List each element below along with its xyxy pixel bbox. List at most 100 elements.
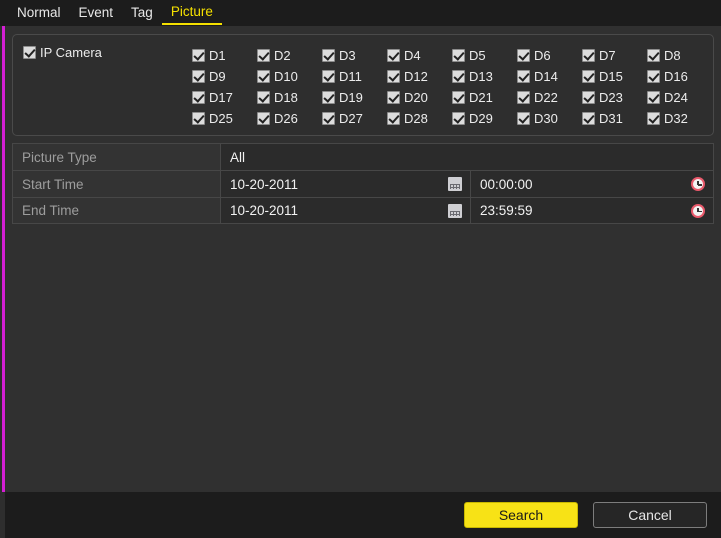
channel-checkbox-d14[interactable]: D14 xyxy=(517,66,582,87)
channel-checkbox-grid: D1 D2 D3 D4 D5 D6 D7 D8 D9 D10 D11 D12 D13 D14 D15 D16 D… xyxy=(192,45,707,129)
channel-checkbox-d12[interactable]: D12 xyxy=(387,66,452,87)
checkbox-icon[interactable] xyxy=(517,70,530,83)
checkbox-icon[interactable] xyxy=(582,70,595,83)
channel-checkbox-d16[interactable]: D16 xyxy=(647,66,712,87)
checkbox-icon[interactable] xyxy=(322,49,335,62)
channel-label: D21 xyxy=(469,90,493,105)
start-clock-field[interactable]: 00:00:00 xyxy=(471,171,713,197)
start-date-field[interactable]: 10-20-2011 xyxy=(221,171,471,197)
channel-label: D19 xyxy=(339,90,363,105)
channel-checkbox-d24[interactable]: D24 xyxy=(647,87,712,108)
picture-type-label: Picture Type xyxy=(13,144,221,170)
channel-checkbox-d10[interactable]: D10 xyxy=(257,66,322,87)
channel-checkbox-d29[interactable]: D29 xyxy=(452,108,517,129)
channel-checkbox-d2[interactable]: D2 xyxy=(257,45,322,66)
checkbox-icon[interactable] xyxy=(387,70,400,83)
checkbox-icon[interactable] xyxy=(582,112,595,125)
checkbox-icon[interactable] xyxy=(582,91,595,104)
picture-type-select[interactable]: All xyxy=(221,144,713,170)
checkbox-icon[interactable] xyxy=(517,91,530,104)
checkbox-icon[interactable] xyxy=(582,49,595,62)
checkbox-icon[interactable] xyxy=(452,91,465,104)
start-date-value: 10-20-2011 xyxy=(230,176,299,192)
tab-tag[interactable]: Tag xyxy=(122,3,162,23)
channel-label: D20 xyxy=(404,90,428,105)
channel-checkbox-d31[interactable]: D31 xyxy=(582,108,647,129)
ip-camera-toggle[interactable]: IP Camera xyxy=(23,45,102,60)
checkbox-icon[interactable] xyxy=(192,91,205,104)
calendar-icon[interactable] xyxy=(448,177,462,191)
channel-checkbox-d20[interactable]: D20 xyxy=(387,87,452,108)
channel-checkbox-d13[interactable]: D13 xyxy=(452,66,517,87)
channel-checkbox-d15[interactable]: D15 xyxy=(582,66,647,87)
checkbox-icon[interactable] xyxy=(452,112,465,125)
clock-icon[interactable] xyxy=(691,177,705,191)
channel-checkbox-d1[interactable]: D1 xyxy=(192,45,257,66)
channel-label: D30 xyxy=(534,111,558,126)
tab-picture[interactable]: Picture xyxy=(161,2,222,25)
checkbox-icon[interactable] xyxy=(387,91,400,104)
channel-checkbox-d18[interactable]: D18 xyxy=(257,87,322,108)
checkbox-icon[interactable] xyxy=(647,70,660,83)
channel-label: D4 xyxy=(404,48,421,63)
checkbox-icon[interactable] xyxy=(387,49,400,62)
checkbox-icon[interactable] xyxy=(257,49,270,62)
channel-checkbox-d17[interactable]: D17 xyxy=(192,87,257,108)
channel-label: D23 xyxy=(599,90,623,105)
checkbox-icon[interactable] xyxy=(192,49,205,62)
checkbox-icon[interactable] xyxy=(452,49,465,62)
checkbox-icon[interactable] xyxy=(647,112,660,125)
channel-checkbox-d11[interactable]: D11 xyxy=(322,66,387,87)
checkbox-icon[interactable] xyxy=(192,70,205,83)
channel-checkbox-d9[interactable]: D9 xyxy=(192,66,257,87)
ip-camera-checkbox-icon[interactable] xyxy=(23,46,36,59)
tab-event[interactable]: Event xyxy=(70,3,123,23)
channel-checkbox-d25[interactable]: D25 xyxy=(192,108,257,129)
channel-label: D8 xyxy=(664,48,681,63)
calendar-icon-grid xyxy=(450,184,460,189)
clock-icon[interactable] xyxy=(691,203,705,218)
channel-checkbox-d7[interactable]: D7 xyxy=(582,45,647,66)
channel-checkbox-d5[interactable]: D5 xyxy=(452,45,517,66)
checkbox-icon[interactable] xyxy=(517,49,530,62)
checkbox-icon[interactable] xyxy=(322,112,335,125)
camera-selection-box: IP Camera D1 D2 D3 D4 D5 D6 D7 D8 D9 D10 D11 D12 D13… xyxy=(12,34,714,136)
channel-checkbox-d21[interactable]: D21 xyxy=(452,87,517,108)
tab-normal[interactable]: Normal xyxy=(8,3,70,23)
channel-label: D22 xyxy=(534,90,558,105)
channel-checkbox-d8[interactable]: D8 xyxy=(647,45,712,66)
calendar-icon[interactable] xyxy=(448,203,462,218)
checkbox-icon[interactable] xyxy=(647,49,660,62)
end-clock-field[interactable]: 23:59:59 xyxy=(471,198,713,223)
checkbox-icon[interactable] xyxy=(647,91,660,104)
checkbox-icon[interactable] xyxy=(322,70,335,83)
channel-label: D17 xyxy=(209,90,233,105)
end-date-field[interactable]: 10-20-2011 xyxy=(221,198,471,223)
start-time-value: 00:00:00 xyxy=(480,176,533,192)
channel-checkbox-d22[interactable]: D22 xyxy=(517,87,582,108)
channel-label: D9 xyxy=(209,69,226,84)
search-button[interactable]: Search xyxy=(464,502,578,528)
checkbox-icon[interactable] xyxy=(517,112,530,125)
channel-checkbox-d27[interactable]: D27 xyxy=(322,108,387,129)
checkbox-icon[interactable] xyxy=(257,112,270,125)
channel-checkbox-d28[interactable]: D28 xyxy=(387,108,452,129)
channel-checkbox-d26[interactable]: D26 xyxy=(257,108,322,129)
channel-checkbox-d30[interactable]: D30 xyxy=(517,108,582,129)
channel-checkbox-d3[interactable]: D3 xyxy=(322,45,387,66)
channel-label: D10 xyxy=(274,69,298,84)
checkbox-icon[interactable] xyxy=(322,91,335,104)
channel-checkbox-d6[interactable]: D6 xyxy=(517,45,582,66)
row-start-time: Start Time 10-20-2011 00:00:00 xyxy=(12,170,714,197)
channel-label: D28 xyxy=(404,111,428,126)
channel-checkbox-d19[interactable]: D19 xyxy=(322,87,387,108)
checkbox-icon[interactable] xyxy=(192,112,205,125)
checkbox-icon[interactable] xyxy=(387,112,400,125)
channel-checkbox-d32[interactable]: D32 xyxy=(647,108,712,129)
checkbox-icon[interactable] xyxy=(257,91,270,104)
channel-checkbox-d23[interactable]: D23 xyxy=(582,87,647,108)
checkbox-icon[interactable] xyxy=(452,70,465,83)
channel-checkbox-d4[interactable]: D4 xyxy=(387,45,452,66)
cancel-button[interactable]: Cancel xyxy=(593,502,707,528)
checkbox-icon[interactable] xyxy=(257,70,270,83)
